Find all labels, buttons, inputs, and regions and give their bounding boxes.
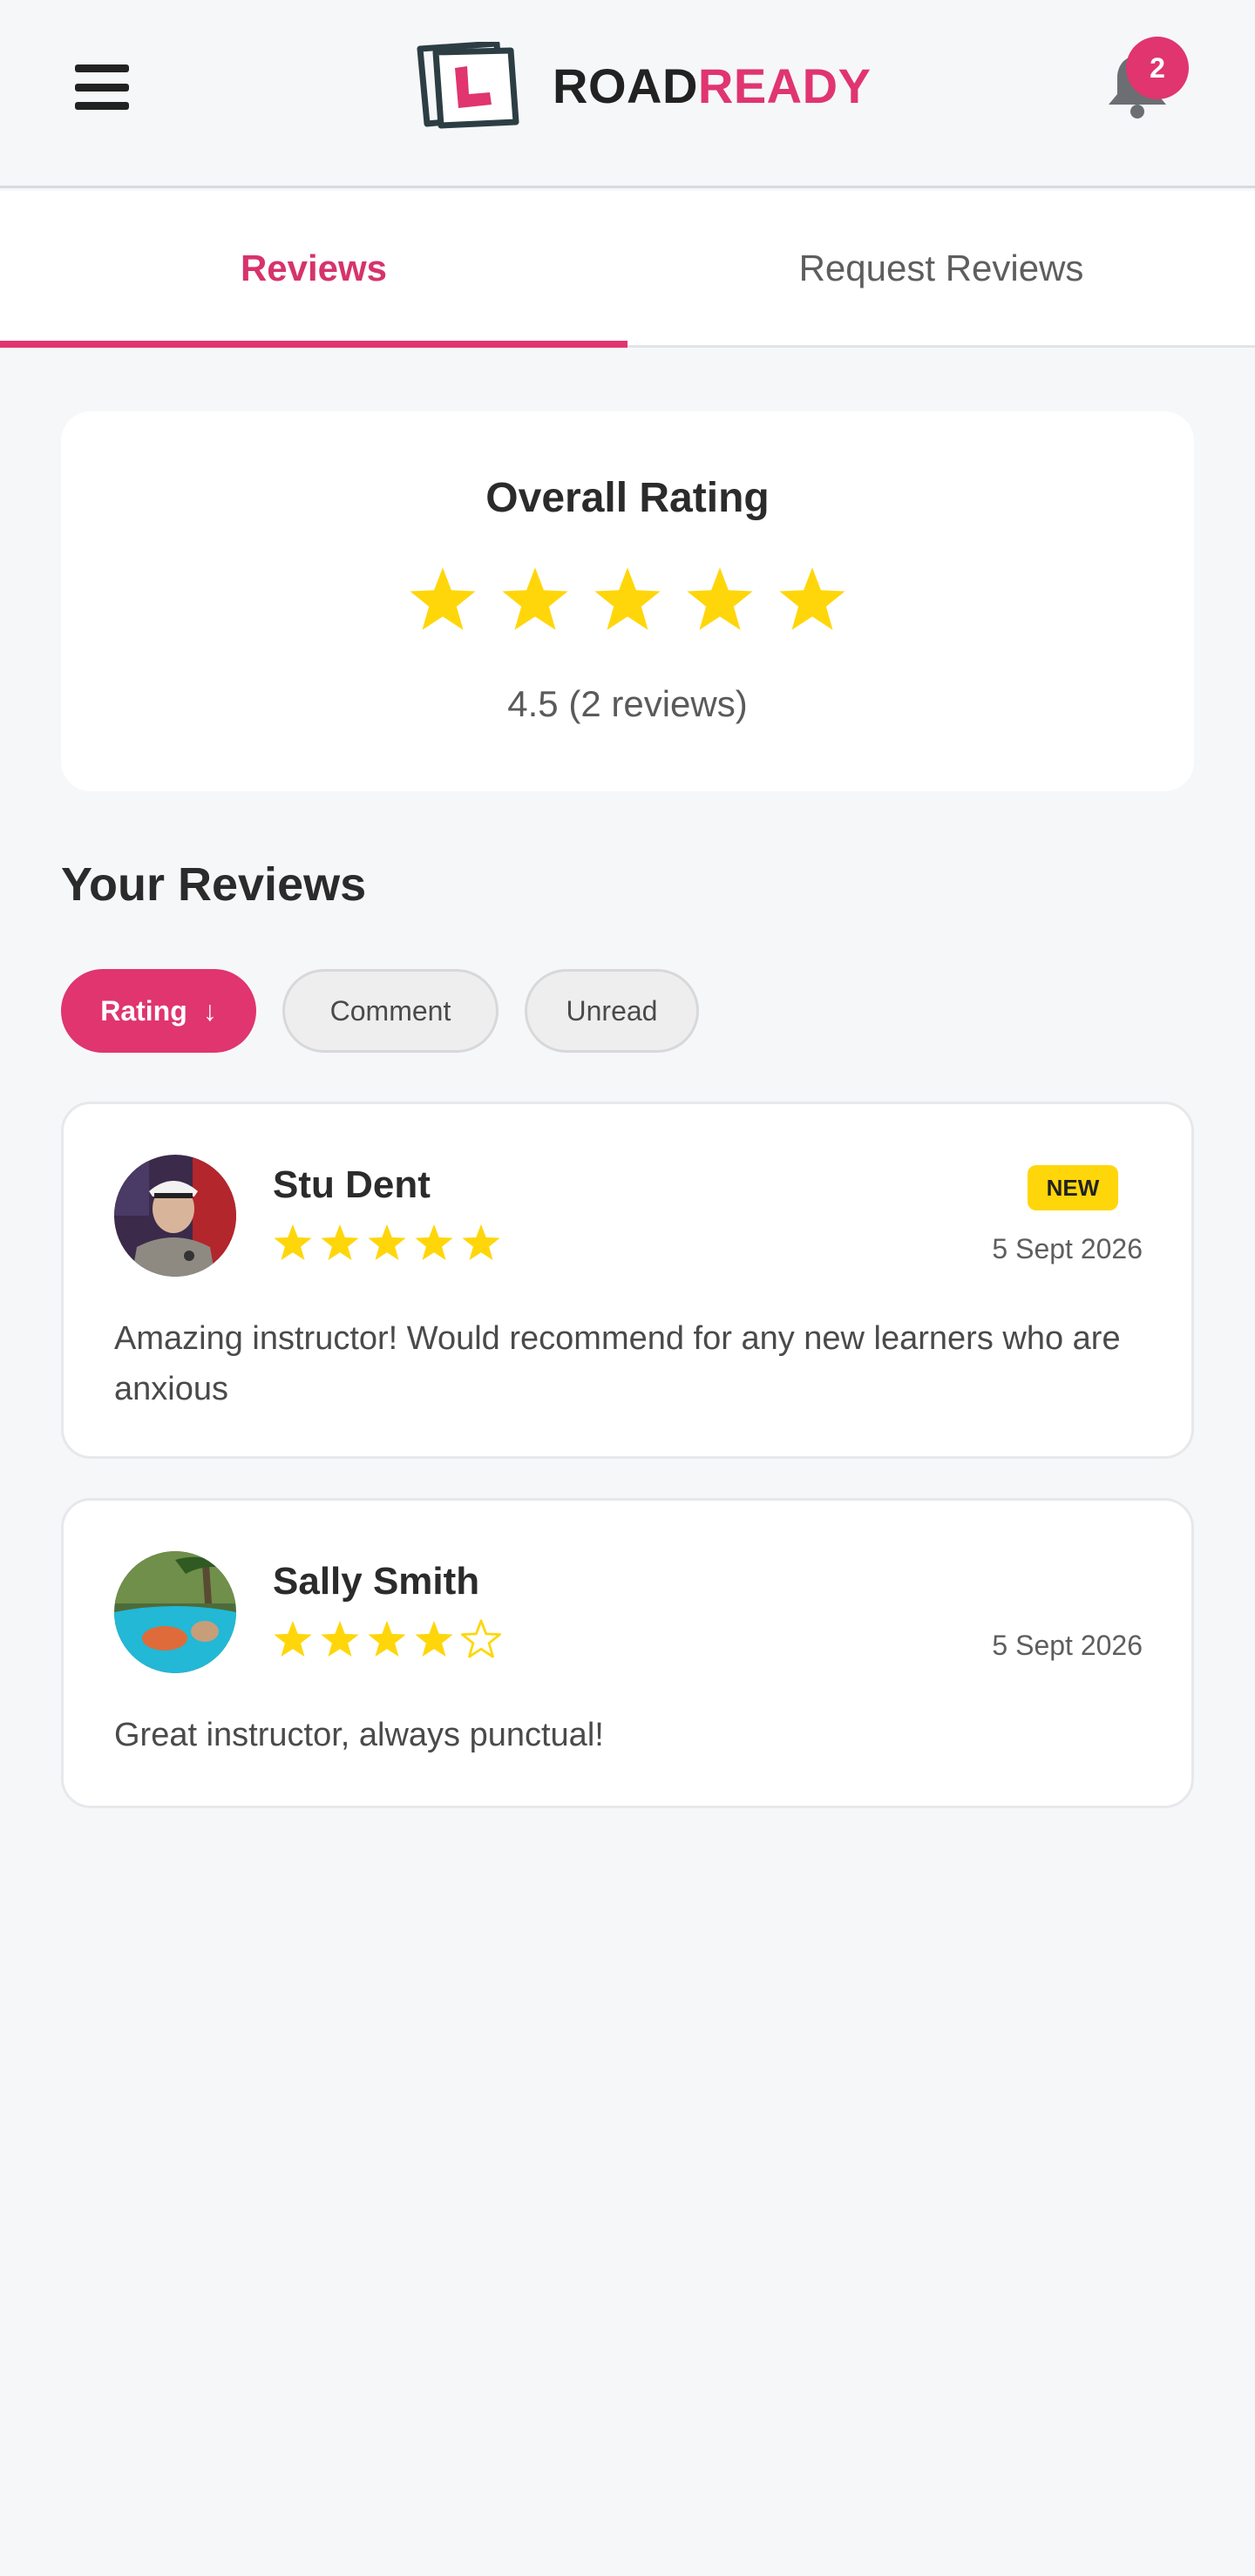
reviews-tab-bar: Reviews Request Reviews [0, 191, 1255, 348]
star-filled-icon [594, 567, 661, 630]
logo-wordmark: ROADREADY [553, 58, 871, 114]
overall-rating-summary: 4.5 (2 reviews) [507, 683, 748, 724]
star-filled-icon [274, 1224, 312, 1261]
review-date: 5 Sept 2026 [992, 1233, 1143, 1264]
reviewer-avatar [114, 1155, 236, 1277]
star-filled-icon [415, 1224, 453, 1261]
tab-reviews[interactable]: Reviews [0, 191, 628, 348]
star-filled-icon [462, 1224, 500, 1261]
reviewer-name: Sally Smith [273, 1560, 480, 1603]
notification-count-badge[interactable]: 2 [1126, 37, 1189, 99]
your-reviews-heading: Your Reviews [61, 858, 367, 911]
filter-comment-button[interactable]: Comment [282, 969, 499, 1053]
review-filter-chips: Rating ↓ Comment Unread [61, 969, 699, 1053]
overall-rating-title: Overall Rating [485, 475, 770, 521]
filter-rating-label: Rating [100, 994, 187, 1027]
roadready-logo[interactable]: ROADREADY [417, 42, 871, 129]
reviewer-avatar [114, 1551, 236, 1673]
review-date: 5 Sept 2026 [992, 1630, 1143, 1661]
overall-rating-stars [61, 565, 1194, 634]
hamburger-menu-icon[interactable] [75, 64, 129, 110]
star-filled-icon [410, 567, 476, 630]
star-filled-icon [502, 567, 568, 630]
star-filled-icon [415, 1620, 453, 1657]
star-filled-icon [687, 567, 753, 630]
logo-l-plate-icon [417, 42, 519, 129]
star-filled-icon [321, 1620, 359, 1657]
review-card[interactable]: Sally Smith 5 Sept 2026 Great instructor… [61, 1498, 1194, 1808]
star-filled-icon [321, 1224, 359, 1261]
reviewer-name: Stu Dent [273, 1163, 431, 1206]
filter-unread-button[interactable]: Unread [525, 969, 699, 1053]
app-header: ROADREADY 2 [0, 0, 1255, 188]
tab-request-reviews[interactable]: Request Reviews [628, 191, 1255, 345]
filter-rating-button[interactable]: Rating ↓ [61, 969, 256, 1053]
review-comment: Great instructor, always punctual! [114, 1717, 604, 1753]
star-filled-icon [779, 567, 845, 630]
star-filled-icon [274, 1620, 312, 1657]
review-comment: Amazing instructor! Would recommend for … [114, 1320, 1121, 1407]
star-outline-icon [461, 1619, 501, 1658]
star-filled-icon [368, 1224, 406, 1261]
arrow-down-icon: ↓ [202, 994, 217, 1027]
logo-word-road: ROAD [553, 58, 698, 113]
review-star-rating [273, 1223, 501, 1263]
review-star-rating [273, 1619, 501, 1659]
review-card[interactable]: Stu Dent NEW 5 Sept 2026 Amazing instruc… [61, 1102, 1194, 1459]
overall-rating-card: Overall Rating 4.5 (2 reviews) [61, 411, 1194, 791]
star-filled-icon [368, 1620, 406, 1657]
new-badge: NEW [1028, 1165, 1118, 1210]
logo-word-ready: READY [697, 58, 872, 113]
